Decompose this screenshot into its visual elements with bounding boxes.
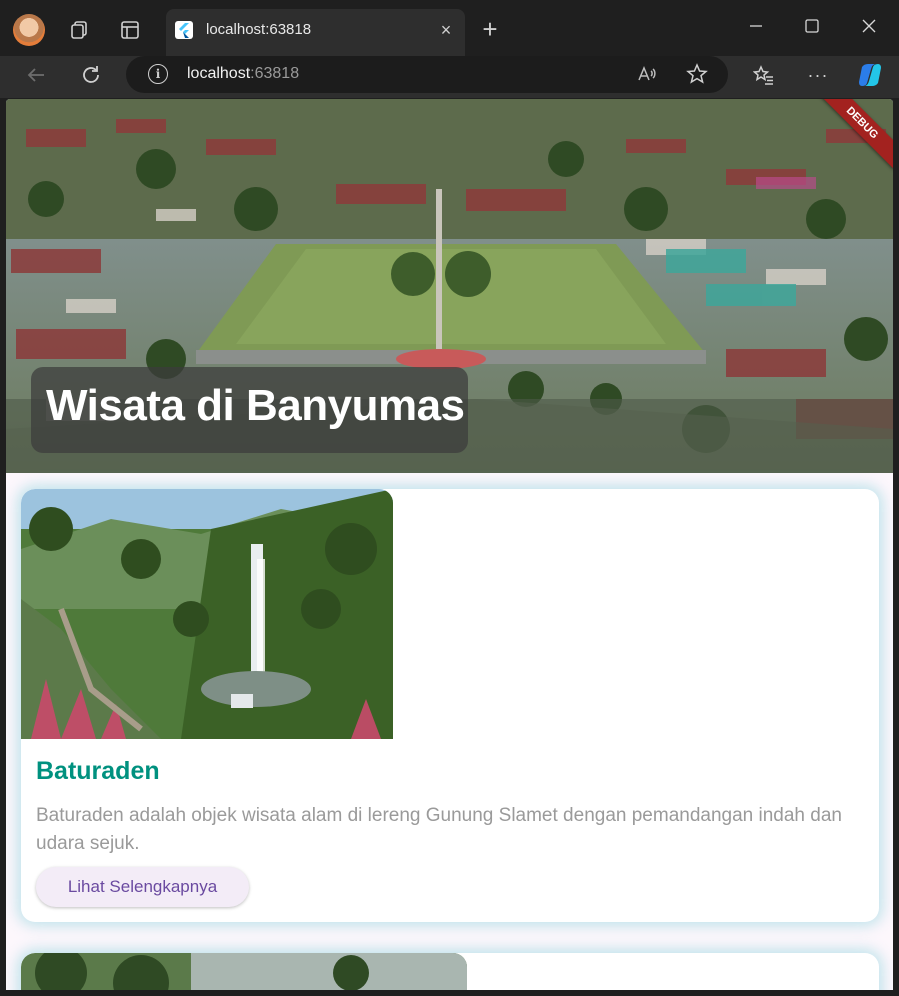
waterfall-photo: [21, 489, 393, 739]
maximize-icon[interactable]: [792, 8, 832, 44]
destination-photo-partial: [21, 953, 467, 990]
destination-card: [21, 953, 879, 990]
page-title: Wisata di Banyumas: [46, 381, 465, 430]
minimize-icon[interactable]: [736, 8, 776, 44]
page-viewport: DEBUG Wisata di Banyumas Baturaden Batur…: [6, 99, 893, 990]
new-tab-icon[interactable]: +: [474, 13, 506, 45]
site-info-icon[interactable]: i: [148, 64, 168, 84]
tab-title: localhost:63818: [206, 21, 312, 38]
destination-title: Baturaden: [36, 757, 160, 785]
address-bar[interactable]: i localhost:63818: [126, 56, 728, 93]
reload-icon[interactable]: [75, 59, 107, 91]
workspaces-icon[interactable]: [63, 14, 95, 46]
close-tab-icon[interactable]: ×: [435, 19, 457, 41]
destination-image: [21, 489, 393, 744]
window-close-icon[interactable]: [849, 8, 889, 44]
copilot-icon[interactable]: [854, 59, 886, 91]
destination-description: Baturaden adalah objek wisata alam di le…: [36, 805, 842, 854]
flutter-favicon-icon: [175, 21, 193, 39]
url-text: localhost:63818: [187, 65, 300, 82]
browser-toolbar: i localhost:63818 ···: [0, 56, 899, 98]
favorite-star-icon[interactable]: [681, 58, 713, 90]
destination-image: [21, 953, 467, 990]
window-bottom-edge: [0, 990, 899, 996]
destination-card: Baturaden Baturaden adalah objek wisata …: [21, 489, 879, 922]
profile-avatar[interactable]: [13, 14, 45, 46]
browser-tab-bar: localhost:63818 × +: [0, 0, 899, 56]
settings-more-icon[interactable]: ···: [802, 59, 834, 91]
browser-tab-active[interactable]: localhost:63818 ×: [166, 9, 465, 56]
hero-banner-image: DEBUG Wisata di Banyumas: [6, 99, 893, 473]
read-aloud-icon[interactable]: [631, 58, 663, 90]
hero-title-overlay: Wisata di Banyumas: [31, 367, 468, 453]
see-more-button[interactable]: Lihat Selengkapnya: [36, 867, 249, 907]
tab-actions-icon[interactable]: [114, 14, 146, 46]
favorites-list-icon[interactable]: [748, 59, 780, 91]
back-icon[interactable]: [20, 59, 52, 91]
